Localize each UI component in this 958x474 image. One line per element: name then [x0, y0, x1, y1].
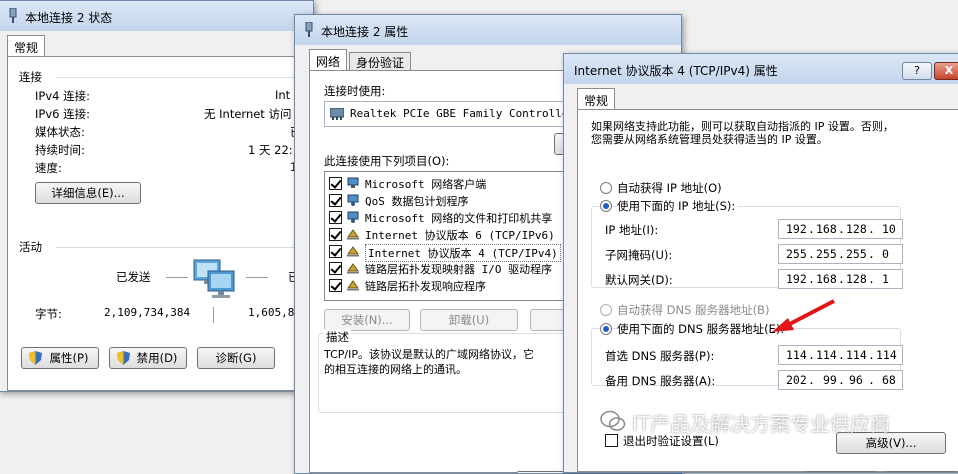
auto-ip-label[interactable]: 自动获得 IP 地址(O): [617, 180, 722, 196]
intro-text: 如果网络支持此功能，则可以获取自动指派的 IP 设置。否则， 您需要从网络系统管…: [591, 120, 894, 146]
close-window-button[interactable]: X: [934, 62, 958, 80]
component-checkbox[interactable]: [329, 279, 342, 292]
description-text: TCP/IP。该协议是默认的广域网络协议，它 的相互连接的网络上的通讯。: [324, 348, 534, 376]
status-window-title: 本地连接 2 状态: [25, 11, 113, 25]
ipv4-connectivity-label: IPv4 连接:: [35, 89, 90, 103]
bytes-sent-value: 2,109,734,384: [104, 306, 191, 319]
component-checkbox[interactable]: [329, 211, 342, 224]
adapter-field: Realtek PCIe GBE Family Controller: [324, 101, 584, 127]
component-label: Internet 协议版本 6 (TCP/IPv6): [365, 229, 555, 242]
auto-dns-radio[interactable]: [600, 304, 612, 316]
tab-general[interactable]: 常规: [7, 35, 46, 57]
protocol-icon: [347, 246, 359, 257]
network-adapter-icon: [9, 8, 17, 23]
ip-address-input[interactable]: 192. 168. 128. 10: [778, 219, 903, 239]
install-button[interactable]: 安装(N)...: [324, 309, 410, 331]
component-label: QoS 数据包计划程序: [365, 195, 469, 208]
sent-label: 已发送: [116, 270, 151, 284]
uninstall-button[interactable]: 卸载(U): [420, 309, 518, 331]
speed-label: 速度:: [35, 161, 62, 175]
protocol-icon: [347, 263, 359, 274]
gateway-input[interactable]: 192. 168. 128. 1: [778, 269, 903, 289]
connect-using-label: 连接时使用:: [324, 84, 386, 98]
auto-ip-radio[interactable]: [600, 182, 612, 194]
component-checkbox[interactable]: [329, 194, 342, 207]
protocol-icon: [347, 229, 359, 240]
network-card-icon: [330, 108, 344, 120]
component-label: Microsoft 网络的文件和打印机共享: [365, 212, 553, 225]
shield-icon: [29, 351, 42, 365]
duration-value: 1 天 22:: [248, 143, 293, 157]
watermark: IT产品及解决方案专业供应商: [600, 408, 890, 437]
shield-icon: [117, 351, 130, 365]
component-checkbox[interactable]: [329, 245, 342, 258]
preferred-dns-label: 首选 DNS 服务器(P):: [605, 349, 715, 363]
protocol-icon: [347, 280, 359, 291]
component-label: 链路层拓扑发现响应程序: [365, 280, 486, 293]
ip-address-label: IP 地址(I):: [605, 223, 659, 237]
component-label: Microsoft 网络客户端: [365, 178, 487, 191]
status-titlebar[interactable]: 本地连接 2 状态: [0, 1, 313, 31]
preferred-dns-input[interactable]: 114. 114. 114. 114: [778, 345, 903, 365]
disable-button-label: 禁用(D): [136, 351, 178, 365]
bytes-divider: [213, 307, 214, 323]
auto-dns-label[interactable]: 自动获得 DNS 服务器地址(B): [617, 302, 769, 318]
connection-header: 连接: [19, 70, 42, 84]
help-button[interactable]: ?: [902, 62, 932, 80]
alternate-dns-input[interactable]: 202. 99. 96. 68: [778, 370, 903, 390]
bytes-label: 字节:: [35, 307, 62, 321]
ipv4-ok-button[interactable]: 确定: [805, 471, 877, 472]
network-service-icon: [347, 211, 359, 223]
tab-authentication[interactable]: 身份验证: [349, 52, 412, 71]
tab-network[interactable]: 网络: [309, 49, 348, 71]
wechat-icon: [600, 410, 626, 431]
subnet-mask-label: 子网掩码(U):: [605, 248, 673, 262]
components-list[interactable]: Microsoft 网络客户端 QoS 数据包计划程序 Microsoft 网络…: [324, 171, 574, 301]
gateway-label: 默认网关(D):: [605, 273, 673, 287]
activity-header: 活动: [19, 240, 42, 254]
ipv4-connectivity-value: Int: [275, 88, 291, 102]
network-service-icon: [347, 194, 359, 206]
manual-ip-radio[interactable]: [600, 200, 612, 212]
adapter-name: Realtek PCIe GBE Family Controller: [350, 107, 576, 120]
manual-dns-label[interactable]: 使用下面的 DNS 服务器地址(E):: [617, 321, 788, 337]
description-header: 描述: [324, 329, 351, 345]
manual-dns-radio[interactable]: [600, 323, 612, 335]
status-tabpanel: 连接 IPv4 连接: Int IPv6 连接: 无 Internet 访问 媒…: [7, 56, 313, 391]
received-line: [246, 277, 268, 278]
component-checkbox[interactable]: [329, 228, 342, 241]
network-adapter-icon: [305, 22, 313, 37]
disable-button[interactable]: 禁用(D): [109, 347, 187, 369]
sent-line: [166, 277, 188, 278]
network-computers-icon: [193, 259, 235, 298]
component-checkbox[interactable]: [329, 177, 342, 190]
component-label: Internet 协议版本 4 (TCP/IPv4): [365, 244, 561, 262]
component-label: 链路层拓扑发现映射器 I/O 驱动程序: [365, 263, 553, 276]
ipv6-connectivity-label: IPv6 连接:: [35, 107, 90, 121]
manual-ip-label[interactable]: 使用下面的 IP 地址(S):: [617, 198, 739, 214]
watermark-text: IT产品及解决方案专业供应商: [632, 412, 891, 436]
properties-button-label: 属性(P): [49, 351, 89, 365]
alternate-dns-label: 备用 DNS 服务器(A):: [605, 374, 716, 388]
tab-general[interactable]: 常规: [577, 88, 616, 110]
media-state-label: 媒体状态:: [35, 125, 85, 139]
subnet-mask-input[interactable]: 255. 255. 255. 0: [778, 244, 903, 264]
items-label: 此连接使用下列项目(O):: [324, 154, 450, 168]
red-arrow-annotation: [772, 299, 835, 332]
diagnose-button[interactable]: 诊断(G): [197, 347, 275, 369]
status-window: 本地连接 2 状态 常规 连接 IPv4 连接: Int IPv6 连接: 无 …: [0, 0, 314, 392]
ipv4-titlebar[interactable]: Internet 协议版本 4 (TCP/IPv4) 属性 ? X: [564, 54, 958, 84]
activity-divider: [56, 247, 313, 248]
properties-titlebar[interactable]: 本地连接 2 属性: [295, 15, 681, 45]
properties-button[interactable]: 属性(P): [21, 347, 99, 369]
component-checkbox[interactable]: [329, 262, 342, 275]
network-client-icon: [347, 177, 359, 188]
ipv6-connectivity-value: 无 Internet 访问: [204, 107, 292, 121]
ipv4-cancel-button[interactable]: 取消: [885, 471, 957, 472]
properties-window-title: 本地连接 2 属性: [321, 25, 409, 39]
details-button[interactable]: 详细信息(E)...: [35, 182, 141, 204]
ipv4-window-title: Internet 协议版本 4 (TCP/IPv4) 属性: [574, 64, 778, 78]
duration-label: 持续时间:: [35, 143, 85, 157]
connection-divider: [56, 77, 313, 78]
